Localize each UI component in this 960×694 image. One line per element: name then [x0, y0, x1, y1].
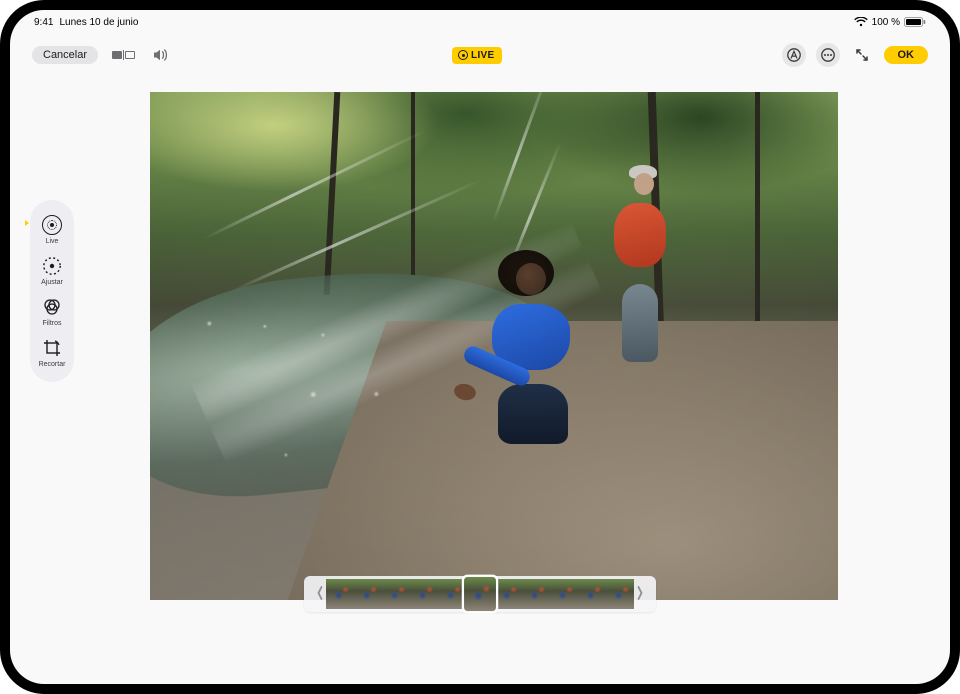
frame-thumb[interactable]: [326, 579, 354, 609]
frame-thumb[interactable]: [354, 579, 382, 609]
frame-thumb[interactable]: [494, 579, 522, 609]
volume-icon[interactable]: [149, 43, 173, 67]
sidebar-item-label: Filtros: [42, 320, 61, 327]
frame-thumb[interactable]: [578, 579, 606, 609]
live-photo-icon: [41, 214, 63, 236]
sidebar-item-label: Ajustar: [41, 279, 63, 286]
compare-before-after-button[interactable]: [108, 48, 139, 62]
sidebar-item-live[interactable]: Live: [33, 210, 71, 251]
done-button[interactable]: OK: [884, 46, 929, 64]
frame-thumb[interactable]: [438, 579, 466, 609]
keyframe-thumb[interactable]: [464, 577, 496, 611]
status-bar: 9:41 Lunes 10 de junio 100 %: [10, 10, 950, 34]
screen: 9:41 Lunes 10 de junio 100 % Cancelar: [10, 10, 950, 684]
live-badge-label: LIVE: [471, 50, 494, 61]
sidebar-item-ajustar[interactable]: Ajustar: [33, 251, 71, 292]
more-button[interactable]: [816, 43, 840, 67]
adjust-icon: [41, 255, 63, 277]
edit-mode-sidebar: Live Ajustar Filtros Recortar: [30, 200, 74, 382]
scrubber-left-handle[interactable]: [314, 584, 326, 605]
status-date: Lunes 10 de junio: [59, 17, 138, 28]
filters-icon: [41, 296, 63, 318]
frame-thumb[interactable]: [382, 579, 410, 609]
frame-thumb[interactable]: [550, 579, 578, 609]
crop-icon: [41, 337, 63, 359]
sidebar-item-filtros[interactable]: Filtros: [33, 292, 71, 333]
sidebar-item-label: Live: [46, 238, 59, 245]
wifi-icon: [854, 17, 868, 27]
frame-thumb[interactable]: [606, 579, 634, 609]
live-photo-badge[interactable]: LIVE: [452, 47, 502, 64]
fullscreen-button[interactable]: [850, 43, 874, 67]
frame-thumb[interactable]: [410, 579, 438, 609]
device-frame: 9:41 Lunes 10 de junio 100 % Cancelar: [0, 0, 960, 694]
cancel-button[interactable]: Cancelar: [32, 46, 98, 64]
frame-thumb[interactable]: [522, 579, 550, 609]
status-time: 9:41: [34, 17, 53, 28]
edit-toolbar: Cancelar LIVE: [10, 38, 950, 72]
status-battery-text: 100 %: [872, 17, 900, 28]
sidebar-item-label: Recortar: [39, 361, 66, 368]
live-photo-scrubber[interactable]: [304, 576, 656, 612]
photo-canvas[interactable]: [150, 92, 838, 600]
battery-icon: [904, 17, 926, 27]
markup-button[interactable]: [782, 43, 806, 67]
sidebar-item-recortar[interactable]: Recortar: [33, 333, 71, 374]
scrubber-right-handle[interactable]: [634, 584, 646, 605]
live-photo-ring-icon: [458, 50, 468, 60]
